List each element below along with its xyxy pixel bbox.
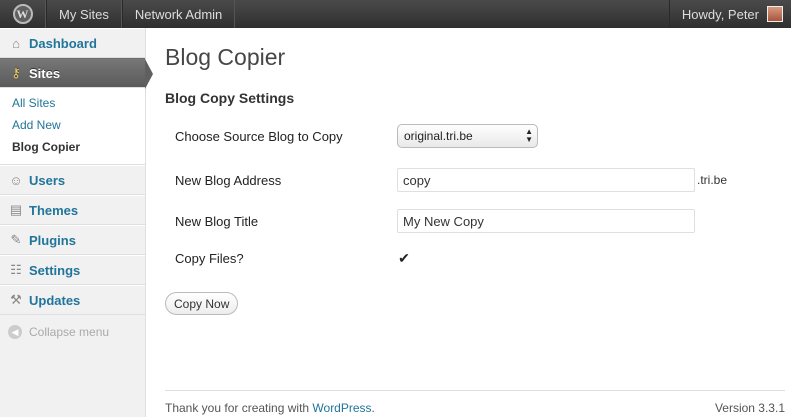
admin-sidebar: ⌂ Dashboard ⚷ Sites All Sites Add New Bl… xyxy=(0,28,153,417)
select-arrows-icon: ▲ ▼ xyxy=(525,127,533,144)
menu-plugins-label: Plugins xyxy=(29,232,76,248)
blog-address-label: New Blog Address xyxy=(175,172,282,188)
menu-themes[interactable]: ▤ Themes xyxy=(0,195,145,225)
howdy-text: Howdy, Peter xyxy=(681,6,759,22)
main-content: Blog Copier Blog Copy Settings Choose So… xyxy=(165,28,785,315)
blog-title-row: New Blog Title My New Copy xyxy=(175,209,775,233)
page-title: Blog Copier xyxy=(165,44,286,70)
submenu-all-sites[interactable]: All Sites xyxy=(0,92,145,114)
blog-address-row: New Blog Address copy .tri.be xyxy=(175,168,775,192)
footer-thanks: Thank you for creating with WordPress. xyxy=(165,401,375,415)
my-sites-menu[interactable]: My Sites xyxy=(46,0,122,28)
menu-dashboard-label: Dashboard xyxy=(29,35,97,51)
menu-dashboard[interactable]: ⌂ Dashboard xyxy=(0,28,145,58)
themes-icon: ▤ xyxy=(9,202,23,217)
blog-address-suffix: .tri.be xyxy=(697,173,728,187)
wordpress-logo-button[interactable]: W xyxy=(0,0,46,28)
admin-bar: W My Sites Network Admin Howdy, Peter xyxy=(0,0,791,28)
source-blog-row: Choose Source Blog to Copy original.tri.… xyxy=(175,124,775,148)
menu-sites-label: Sites xyxy=(29,65,61,81)
menu-users-label: Users xyxy=(29,172,66,188)
footer-thanks-text: Thank you for creating with xyxy=(165,401,313,415)
menu-plugins[interactable]: ✎ Plugins xyxy=(0,225,145,255)
wordpress-link[interactable]: WordPress xyxy=(312,401,371,415)
submenu-blog-copier[interactable]: Blog Copier xyxy=(0,136,145,158)
updates-icon: ⚒ xyxy=(10,292,22,307)
blog-title-label: New Blog Title xyxy=(175,213,259,229)
copy-files-row: Copy Files? ✔ xyxy=(175,250,775,266)
source-blog-select[interactable]: original.tri.be ▲ ▼ xyxy=(397,124,538,148)
copy-files-label: Copy Files? xyxy=(175,251,244,266)
avatar[interactable] xyxy=(767,6,783,22)
wordpress-icon: W xyxy=(12,4,33,24)
blog-title-input[interactable]: My New Copy xyxy=(397,209,695,233)
blog-title-value: My New Copy xyxy=(403,213,484,229)
account-menu[interactable]: Howdy, Peter xyxy=(668,0,791,28)
menu-updates-label: Updates xyxy=(29,292,81,308)
users-icon: ☺ xyxy=(9,172,23,188)
menu-users[interactable]: ☺ Users xyxy=(0,165,145,195)
active-menu-arrow xyxy=(145,59,153,89)
collapse-menu-button[interactable]: ◀ Collapse menu xyxy=(0,317,145,347)
footer-version: Version 3.3.1 xyxy=(714,401,785,415)
menu-themes-label: Themes xyxy=(29,202,79,218)
submenu-add-new[interactable]: Add New xyxy=(0,114,145,136)
collapse-menu-label: Collapse menu xyxy=(29,325,110,339)
menu-sites[interactable]: ⚷ Sites xyxy=(0,58,153,89)
footer-period: . xyxy=(371,401,375,415)
copy-files-checkbox[interactable]: ✔ xyxy=(397,250,411,266)
section-heading: Blog Copy Settings xyxy=(165,90,295,106)
sites-submenu: All Sites Add New Blog Copier xyxy=(0,88,145,165)
blog-address-value: copy xyxy=(403,172,431,188)
footer: Thank you for creating with WordPress. V… xyxy=(165,390,785,417)
source-blog-label: Choose Source Blog to Copy xyxy=(175,128,343,144)
menu-settings-label: Settings xyxy=(29,262,81,278)
source-blog-value: original.tri.be xyxy=(404,129,473,143)
key-icon: ⚷ xyxy=(11,65,21,80)
network-admin-menu[interactable]: Network Admin xyxy=(121,0,236,28)
plugins-icon: ✎ xyxy=(10,232,22,247)
menu-updates[interactable]: ⚒ Updates xyxy=(0,285,145,315)
settings-icon: ☷ xyxy=(10,262,22,277)
home-icon: ⌂ xyxy=(12,35,20,51)
collapse-arrow-icon: ◀ xyxy=(8,325,22,339)
menu-settings[interactable]: ☷ Settings xyxy=(0,255,145,285)
blog-address-input[interactable]: copy xyxy=(397,168,695,192)
copy-now-button[interactable]: Copy Now xyxy=(165,292,239,315)
